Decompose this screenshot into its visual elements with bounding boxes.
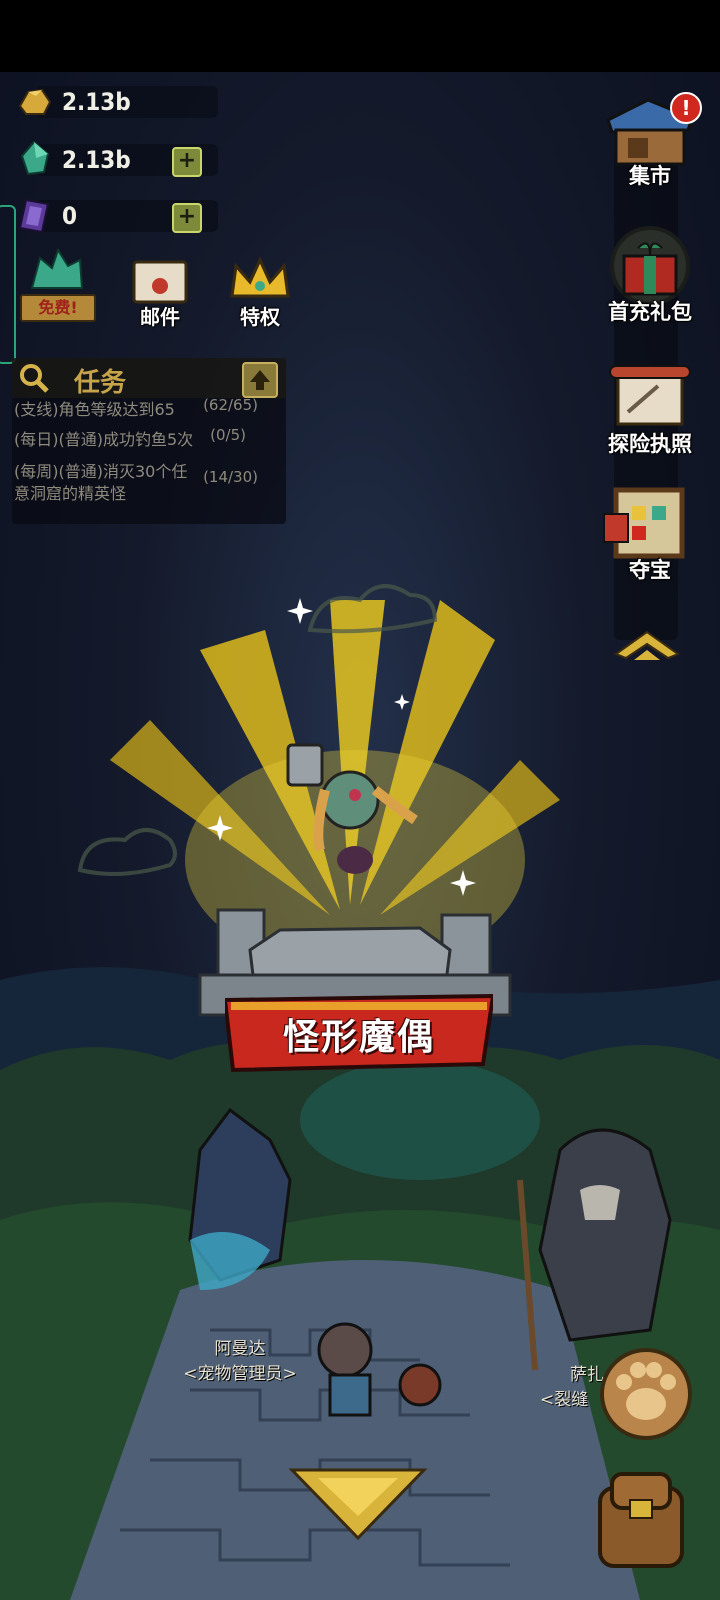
- free-badge: 免费!: [20, 294, 96, 322]
- card-currency: 0 +: [14, 198, 218, 234]
- mail-label: 邮件: [140, 305, 180, 329]
- add-cards-button[interactable]: +: [172, 203, 202, 233]
- mail-button[interactable]: 邮件: [122, 248, 198, 330]
- market-alert-badge: !: [670, 92, 702, 124]
- quest-item-2[interactable]: (每日)(普通)成功钓鱼5次: [14, 426, 193, 450]
- privilege-label: 特权: [240, 305, 280, 329]
- chevron-up-icon: [613, 630, 681, 660]
- portal-swirl: [300, 1060, 540, 1180]
- treasure-board-icon: [603, 487, 685, 559]
- quest-item-1[interactable]: (支线)角色等级达到65: [14, 396, 175, 420]
- quest-item-3-line1[interactable]: (每周)(普通)消灭30个任: [14, 458, 187, 482]
- crown-icon: [230, 256, 290, 298]
- npc-amanda-label[interactable]: 阿曼达 <宠物管理员>: [180, 1334, 300, 1384]
- market-label: 集市: [629, 164, 671, 188]
- quest-title: 任务: [74, 368, 127, 398]
- quest-progress-1: (62/65): [203, 396, 258, 414]
- magnifier-icon: [20, 364, 49, 393]
- purple-card-icon: [18, 198, 50, 234]
- boss-name-banner[interactable]: 怪形魔偶: [225, 992, 493, 1074]
- gem-icon: [20, 140, 50, 176]
- market-button[interactable]: ! 集市: [598, 90, 702, 190]
- gift-box-icon: [610, 226, 690, 306]
- first-recharge-button[interactable]: 首充礼包: [598, 226, 702, 326]
- gem-currency: 2.13b +: [14, 140, 218, 177]
- quest-progress-2: (0/5): [210, 426, 246, 444]
- boss-name: 怪形魔偶: [282, 1017, 435, 1058]
- adventure-license-button[interactable]: 探险执照: [598, 358, 702, 458]
- gold-ore-icon: [18, 88, 52, 115]
- free-chest-button[interactable]: 免费!: [18, 248, 96, 330]
- collapse-quests-button[interactable]: [242, 362, 278, 398]
- gem-value: 2.13b: [62, 146, 131, 174]
- gold-value: 2.13b: [62, 88, 131, 116]
- descend-arrow-button[interactable]: [288, 1464, 428, 1544]
- arrow-down-icon: [288, 1468, 428, 1541]
- paw-icon: [600, 1348, 692, 1440]
- left-edge-handle[interactable]: [0, 205, 16, 364]
- treasure-label: 夺宝: [629, 558, 671, 582]
- treasure-button[interactable]: 夺宝: [598, 484, 702, 584]
- pet-button[interactable]: [598, 1346, 694, 1442]
- adventure-license-label: 探险执照: [608, 432, 692, 456]
- inventory-bag-button[interactable]: [586, 1464, 696, 1574]
- game-screen: 2.13b 2.13b + 0 + 免费! 邮件 特权 任务 (支线)角色等级达…: [0, 0, 720, 1600]
- quest-item-3-line2[interactable]: 意洞窟的精英怪: [14, 480, 126, 504]
- add-gems-button[interactable]: +: [172, 147, 202, 177]
- gold-currency: 2.13b: [14, 84, 218, 118]
- collapse-menu-button[interactable]: [612, 628, 682, 664]
- privilege-button[interactable]: 特权: [222, 248, 298, 330]
- quest-panel[interactable]: 任务 (支线)角色等级达到65 (62/65) (每日)(普通)成功钓鱼5次 (…: [12, 358, 286, 524]
- npc-amanda-title: <宠物管理员>: [183, 1364, 297, 1384]
- arrow-up-icon: [250, 370, 270, 390]
- card-value: 0: [62, 202, 78, 230]
- quest-progress-3: (14/30): [203, 468, 258, 486]
- backpack-icon: [598, 1472, 684, 1568]
- first-recharge-label: 首充礼包: [608, 300, 692, 324]
- scroll-icon: [609, 365, 691, 426]
- npc-amanda-name: 阿曼达: [214, 1339, 266, 1359]
